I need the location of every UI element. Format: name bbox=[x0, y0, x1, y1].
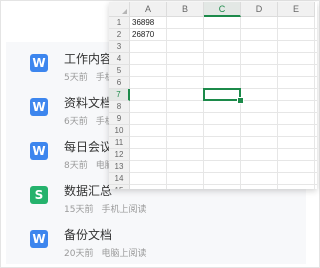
row-header-4[interactable]: 4 bbox=[109, 53, 130, 65]
writer-doc-icon: W bbox=[30, 142, 48, 160]
document-age: 6天前 bbox=[64, 117, 88, 127]
grid-line bbox=[130, 40, 317, 41]
writer-doc-icon: W bbox=[30, 54, 48, 72]
column-header-c[interactable]: C bbox=[204, 2, 241, 17]
row-header-7[interactable]: 7 bbox=[109, 89, 130, 101]
fill-handle[interactable] bbox=[237, 97, 244, 104]
grid-line bbox=[130, 64, 317, 65]
writer-doc-icon: W bbox=[30, 230, 48, 248]
document-age: 8天前 bbox=[64, 161, 88, 171]
grid-line bbox=[130, 28, 317, 29]
document-age: 20天前 bbox=[64, 249, 94, 259]
document-title: 数据汇总 bbox=[64, 184, 113, 198]
row-header-11[interactable]: 11 bbox=[109, 137, 130, 149]
document-device: 电脑上阅读 bbox=[101, 249, 147, 259]
column-header-e[interactable]: E bbox=[278, 2, 315, 17]
grid-line bbox=[130, 148, 317, 149]
row-header-10[interactable]: 10 bbox=[109, 125, 130, 137]
document-age: 5天前 bbox=[64, 73, 88, 83]
column-header-b[interactable]: B bbox=[167, 2, 204, 17]
spreadsheet-doc-icon: S bbox=[30, 186, 48, 204]
row-header-1[interactable]: 1 bbox=[109, 17, 130, 29]
document-item[interactable]: W 备份文档 20天前 电脑上阅读 bbox=[6, 218, 306, 264]
document-meta: 20天前 电脑上阅读 bbox=[64, 246, 146, 259]
row-header-8[interactable]: 8 bbox=[109, 101, 130, 113]
row-header-6[interactable]: 6 bbox=[109, 77, 130, 89]
grid-line bbox=[130, 76, 317, 77]
grid-line bbox=[203, 17, 204, 189]
row-header-15[interactable]: 15 bbox=[109, 185, 130, 189]
cell-a1[interactable]: 36898 bbox=[132, 17, 154, 29]
grid-line bbox=[130, 184, 317, 185]
column-header-d[interactable]: D bbox=[241, 2, 278, 17]
grid-line bbox=[314, 17, 315, 189]
grid-line bbox=[130, 172, 317, 173]
writer-doc-icon: W bbox=[30, 98, 48, 116]
row-header-12[interactable]: 12 bbox=[109, 149, 130, 161]
active-cell-selection[interactable] bbox=[203, 88, 241, 101]
document-title: 资料文档 bbox=[64, 96, 113, 110]
document-age: 15天前 bbox=[64, 205, 94, 215]
cell-a2[interactable]: 26870 bbox=[132, 29, 154, 41]
row-header-5[interactable]: 5 bbox=[109, 65, 130, 77]
row-header-2[interactable]: 2 bbox=[109, 29, 130, 41]
document-meta: 15天前 手机上阅读 bbox=[64, 202, 146, 215]
grid-line bbox=[130, 160, 317, 161]
document-device: 手机上阅读 bbox=[101, 205, 147, 215]
select-all-triangle-icon bbox=[122, 9, 127, 14]
grid-line bbox=[130, 124, 317, 125]
document-title: 备份文档 bbox=[64, 228, 113, 242]
row-header-14[interactable]: 14 bbox=[109, 173, 130, 185]
grid-line bbox=[277, 17, 278, 189]
column-header-a[interactable]: A bbox=[130, 2, 167, 17]
grid-line bbox=[166, 17, 167, 189]
row-header-3[interactable]: 3 bbox=[109, 41, 130, 53]
grid-line bbox=[130, 112, 317, 113]
grid-line bbox=[130, 52, 317, 53]
grid-line bbox=[130, 136, 317, 137]
spreadsheet-preview: ABCDE123456789101112131415163689826870 bbox=[109, 2, 317, 189]
row-header-9[interactable]: 9 bbox=[109, 113, 130, 125]
row-header-13[interactable]: 13 bbox=[109, 161, 130, 173]
select-all-corner[interactable] bbox=[109, 2, 130, 17]
